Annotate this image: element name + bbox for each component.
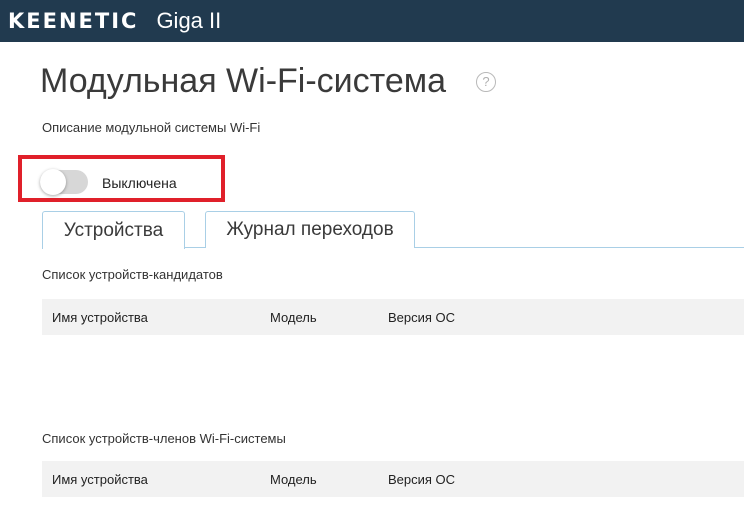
- column-header-model: Модель: [270, 310, 317, 325]
- device-model: Giga II: [156, 8, 222, 33]
- question-circle-icon[interactable]: ?: [476, 72, 496, 92]
- toggle-status-label: Выключена: [102, 175, 177, 191]
- tab-transition-log[interactable]: Журнал переходов: [205, 211, 415, 248]
- tab-devices[interactable]: Устройства: [42, 211, 185, 249]
- members-table-header: Имя устройства Модель Версия ОС: [42, 461, 744, 497]
- page-description: Описание модульной системы Wi-Fi: [42, 120, 261, 135]
- column-header-name: Имя устройства: [52, 472, 148, 487]
- column-header-model: Модель: [270, 472, 317, 487]
- column-header-name: Имя устройства: [52, 310, 148, 325]
- toggle-knob: [40, 169, 66, 195]
- top-bar: KEENETIC Giga II: [0, 0, 744, 42]
- candidates-table-header: Имя устройства Модель Версия ОС: [42, 299, 744, 335]
- page-title: Модульная Wi-Fi-система: [40, 62, 447, 100]
- brand-logo[interactable]: KEENETIC: [8, 9, 138, 33]
- members-title: Список устройств-членов Wi-Fi-системы: [42, 431, 286, 446]
- column-header-os-version: Версия ОС: [388, 310, 456, 325]
- system-toggle[interactable]: [40, 169, 88, 195]
- column-header-os-version: Версия ОС: [388, 472, 456, 487]
- candidates-title: Список устройств-кандидатов: [42, 267, 223, 282]
